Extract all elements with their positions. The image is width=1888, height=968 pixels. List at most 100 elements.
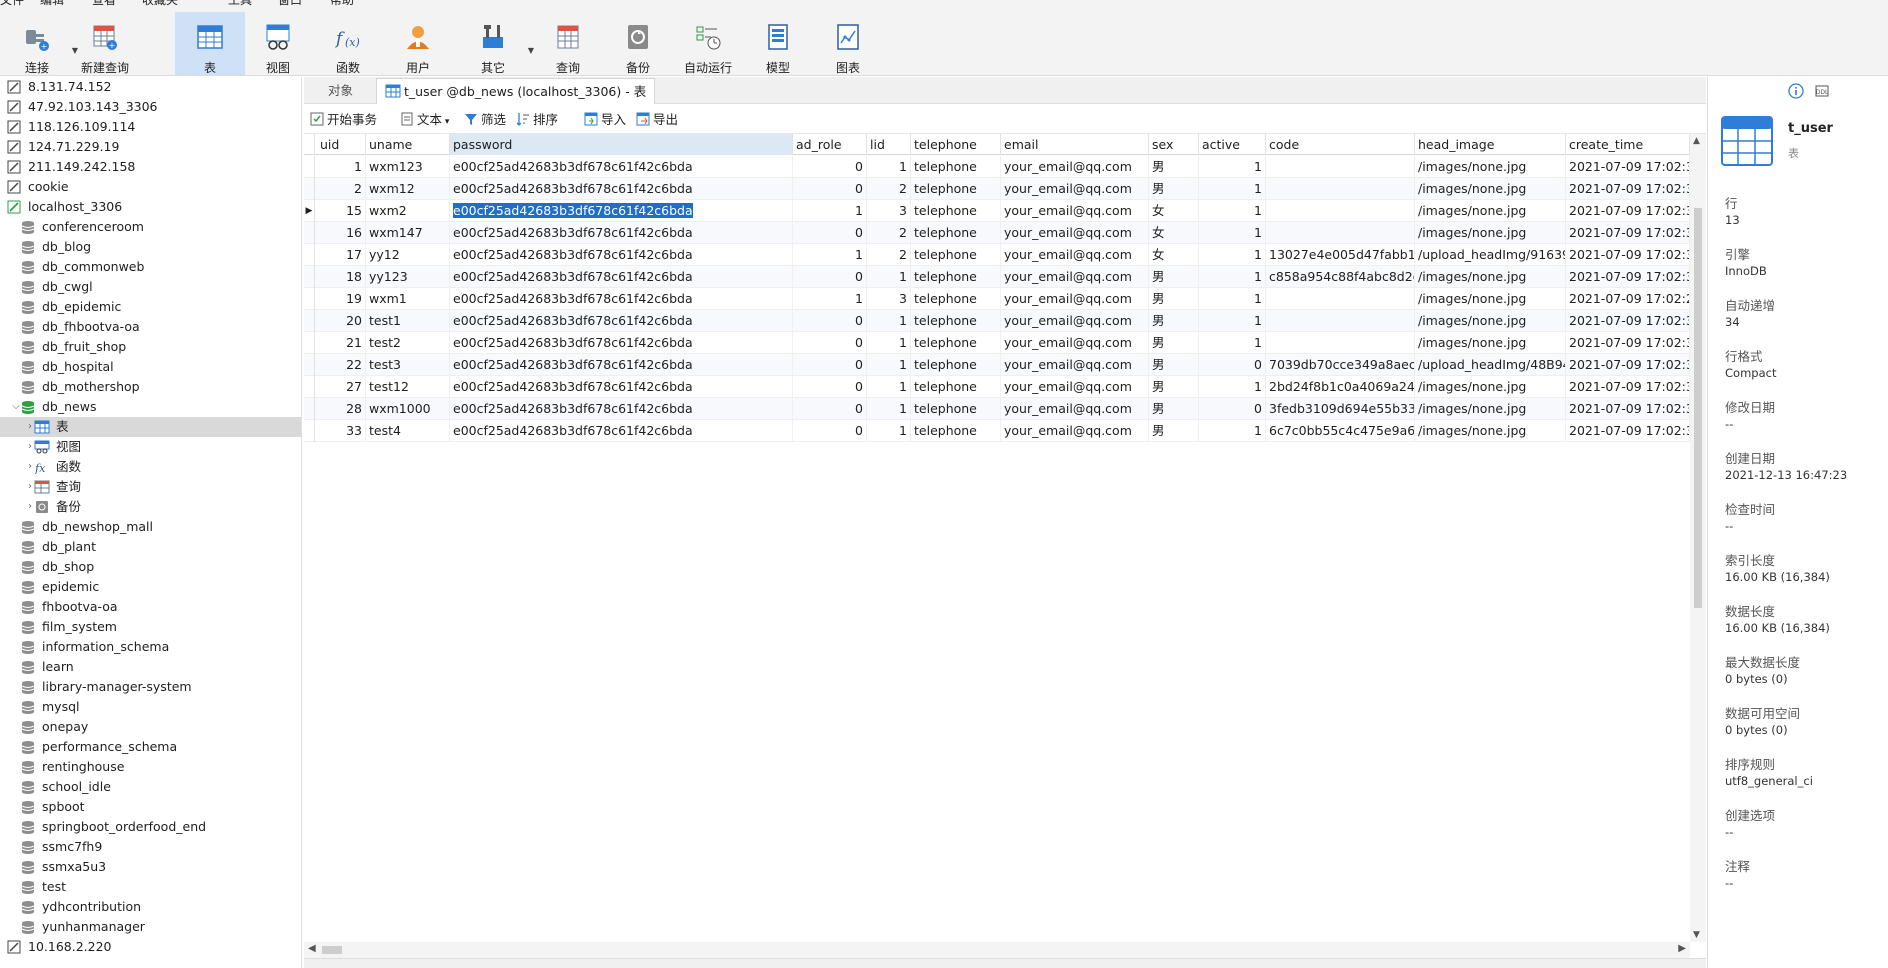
cell-uid[interactable]: 27	[317, 376, 366, 398]
object-toolbar-transaction-button[interactable]: 开始事务	[310, 110, 377, 130]
cell-create_time[interactable]: 2021-07-09 17:02:36	[1566, 398, 1690, 420]
cell-ad_role[interactable]: 0	[793, 398, 867, 420]
cell-password[interactable]: e00cf25ad42683b3df678c61f42c6bda	[450, 376, 793, 398]
cell-code[interactable]	[1266, 200, 1415, 222]
column-header-uname[interactable]: uname	[366, 134, 450, 155]
tree-database[interactable]: ⌵ db_news	[0, 397, 301, 417]
cell-email[interactable]: your_email@qq.com	[1001, 354, 1149, 376]
object-toolbar-text-button[interactable]: 文本 ▾	[400, 110, 449, 130]
cell-active[interactable]: 1	[1199, 266, 1266, 288]
tree-database[interactable]: mysql	[0, 697, 301, 717]
object-toolbar-filter-button[interactable]: 筛选	[464, 110, 506, 130]
toolbar-button-plug[interactable]: + 连接 ▼	[4, 12, 78, 75]
toolbar-button-tools[interactable]: 其它 ▼	[460, 12, 534, 75]
cell-telephone[interactable]: telephone	[911, 200, 1001, 222]
tree-database[interactable]: ssmxa5u3	[0, 857, 301, 877]
cell-active[interactable]: 1	[1199, 222, 1266, 244]
cell-password[interactable]: e00cf25ad42683b3df678c61f42c6bda	[450, 288, 793, 310]
column-header-head_image[interactable]: head_image	[1415, 134, 1566, 155]
cell-sex[interactable]: 男	[1149, 288, 1199, 310]
cell-uname[interactable]: wxm2	[366, 200, 450, 222]
cell-password[interactable]: e00cf25ad42683b3df678c61f42c6bda	[450, 178, 793, 200]
cell-password[interactable]: e00cf25ad42683b3df678c61f42c6bda	[450, 244, 793, 266]
tree-connection[interactable]: 124.71.229.19	[0, 137, 301, 157]
scroll-left-icon[interactable]: ◀	[308, 943, 316, 954]
vertical-scroll-thumb[interactable]	[1694, 208, 1702, 608]
toolbar-button-schedule[interactable]: 自动运行	[675, 12, 741, 75]
table-row[interactable]: 28 wxm1000 e00cf25ad42683b3df678c61f42c6bd…	[304, 398, 1690, 420]
cell-telephone[interactable]: telephone	[911, 376, 1001, 398]
column-header-uid[interactable]: uid	[317, 134, 366, 155]
tree-database[interactable]: db_epidemic	[0, 297, 301, 317]
cell-password[interactable]: e00cf25ad42683b3df678c61f42c6bda	[450, 200, 793, 222]
cell-ad_role[interactable]: 0	[793, 420, 867, 442]
cell-ad_role[interactable]: 1	[793, 244, 867, 266]
column-header-ad_role[interactable]: ad_role	[793, 134, 867, 155]
cell-telephone[interactable]: telephone	[911, 310, 1001, 332]
info-icon[interactable]	[1788, 83, 1804, 102]
cell-sex[interactable]: 男	[1149, 376, 1199, 398]
cell-code[interactable]: c858a954c88f4abc8d2d8(	[1266, 266, 1415, 288]
cell-head_image[interactable]: /images/none.jpg	[1415, 178, 1566, 200]
toolbar-button-new-query[interactable]: + 新建查询	[72, 12, 138, 75]
cell-create_time[interactable]: 2021-07-09 17:02:36	[1566, 354, 1690, 376]
tree-database[interactable]: fhbootva-oa	[0, 597, 301, 617]
cell-uname[interactable]: test2	[366, 332, 450, 354]
tree-folder[interactable]: › fx 函数	[0, 457, 301, 477]
tree-connection[interactable]: 118.126.109.114	[0, 117, 301, 137]
cell-uid[interactable]: 33	[317, 420, 366, 442]
cell-uname[interactable]: yy123	[366, 266, 450, 288]
toolbar-button-model[interactable]: 模型	[745, 12, 811, 75]
tree-database[interactable]: test	[0, 877, 301, 897]
cell-uid[interactable]: 21	[317, 332, 366, 354]
tree-connection[interactable]: 10.168.2.220	[0, 937, 301, 957]
cell-head_image[interactable]: /images/none.jpg	[1415, 420, 1566, 442]
cell-email[interactable]: your_email@qq.com	[1001, 244, 1149, 266]
cell-create_time[interactable]: 2021-07-09 17:02:36	[1566, 244, 1690, 266]
cell-uname[interactable]: wxm147	[366, 222, 450, 244]
tree-database[interactable]: rentinghouse	[0, 757, 301, 777]
cell-code[interactable]: 13027e4e005d47fabb117	[1266, 244, 1415, 266]
cell-password[interactable]: e00cf25ad42683b3df678c61f42c6bda	[450, 156, 793, 178]
cell-active[interactable]: 0	[1199, 354, 1266, 376]
cell-sex[interactable]: 男	[1149, 420, 1199, 442]
cell-uname[interactable]: test4	[366, 420, 450, 442]
cell-uid[interactable]: 1	[317, 156, 366, 178]
cell-password[interactable]: e00cf25ad42683b3df678c61f42c6bda	[450, 266, 793, 288]
cell-create_time[interactable]: 2021-07-09 17:02:36	[1566, 420, 1690, 442]
cell-ad_role[interactable]: 0	[793, 156, 867, 178]
cell-active[interactable]: 1	[1199, 376, 1266, 398]
tree-database[interactable]: springboot_orderfood_end	[0, 817, 301, 837]
cell-email[interactable]: your_email@qq.com	[1001, 156, 1149, 178]
cell-email[interactable]: your_email@qq.com	[1001, 222, 1149, 244]
cell-active[interactable]: 1	[1199, 178, 1266, 200]
cell-uname[interactable]: wxm12	[366, 178, 450, 200]
tree-database[interactable]: epidemic	[0, 577, 301, 597]
cell-head_image[interactable]: /images/none.jpg	[1415, 156, 1566, 178]
tree-database[interactable]: yunhanmanager	[0, 917, 301, 937]
cell-lid[interactable]: 2	[867, 178, 911, 200]
cell-lid[interactable]: 1	[867, 266, 911, 288]
cell-uid[interactable]: 28	[317, 398, 366, 420]
tree-database[interactable]: db_commonweb	[0, 257, 301, 277]
dropdown-arrow-icon[interactable]: ▼	[528, 46, 534, 55]
column-header-email[interactable]: email	[1001, 134, 1149, 155]
horizontal-scrollbar[interactable]: ◀ ▶	[304, 942, 1690, 958]
tree-database[interactable]: db_newshop_mall	[0, 517, 301, 537]
cell-head_image[interactable]: /images/none.jpg	[1415, 266, 1566, 288]
cell-uid[interactable]: 15	[317, 200, 366, 222]
tree-database[interactable]: db_mothershop	[0, 377, 301, 397]
cell-email[interactable]: your_email@qq.com	[1001, 178, 1149, 200]
tree-folder[interactable]: › 表	[0, 417, 301, 437]
column-header-create_time[interactable]: create_time	[1566, 134, 1690, 155]
cell-telephone[interactable]: telephone	[911, 288, 1001, 310]
toolbar-button-query[interactable]: 查询	[535, 12, 601, 75]
cell-telephone[interactable]: telephone	[911, 244, 1001, 266]
cell-active[interactable]: 1	[1199, 200, 1266, 222]
tree-database[interactable]: onepay	[0, 717, 301, 737]
tree-database[interactable]: db_plant	[0, 537, 301, 557]
toolbar-button-view[interactable]: 视图	[245, 12, 311, 75]
cell-code[interactable]	[1266, 310, 1415, 332]
cell-lid[interactable]: 2	[867, 244, 911, 266]
cell-telephone[interactable]: telephone	[911, 266, 1001, 288]
